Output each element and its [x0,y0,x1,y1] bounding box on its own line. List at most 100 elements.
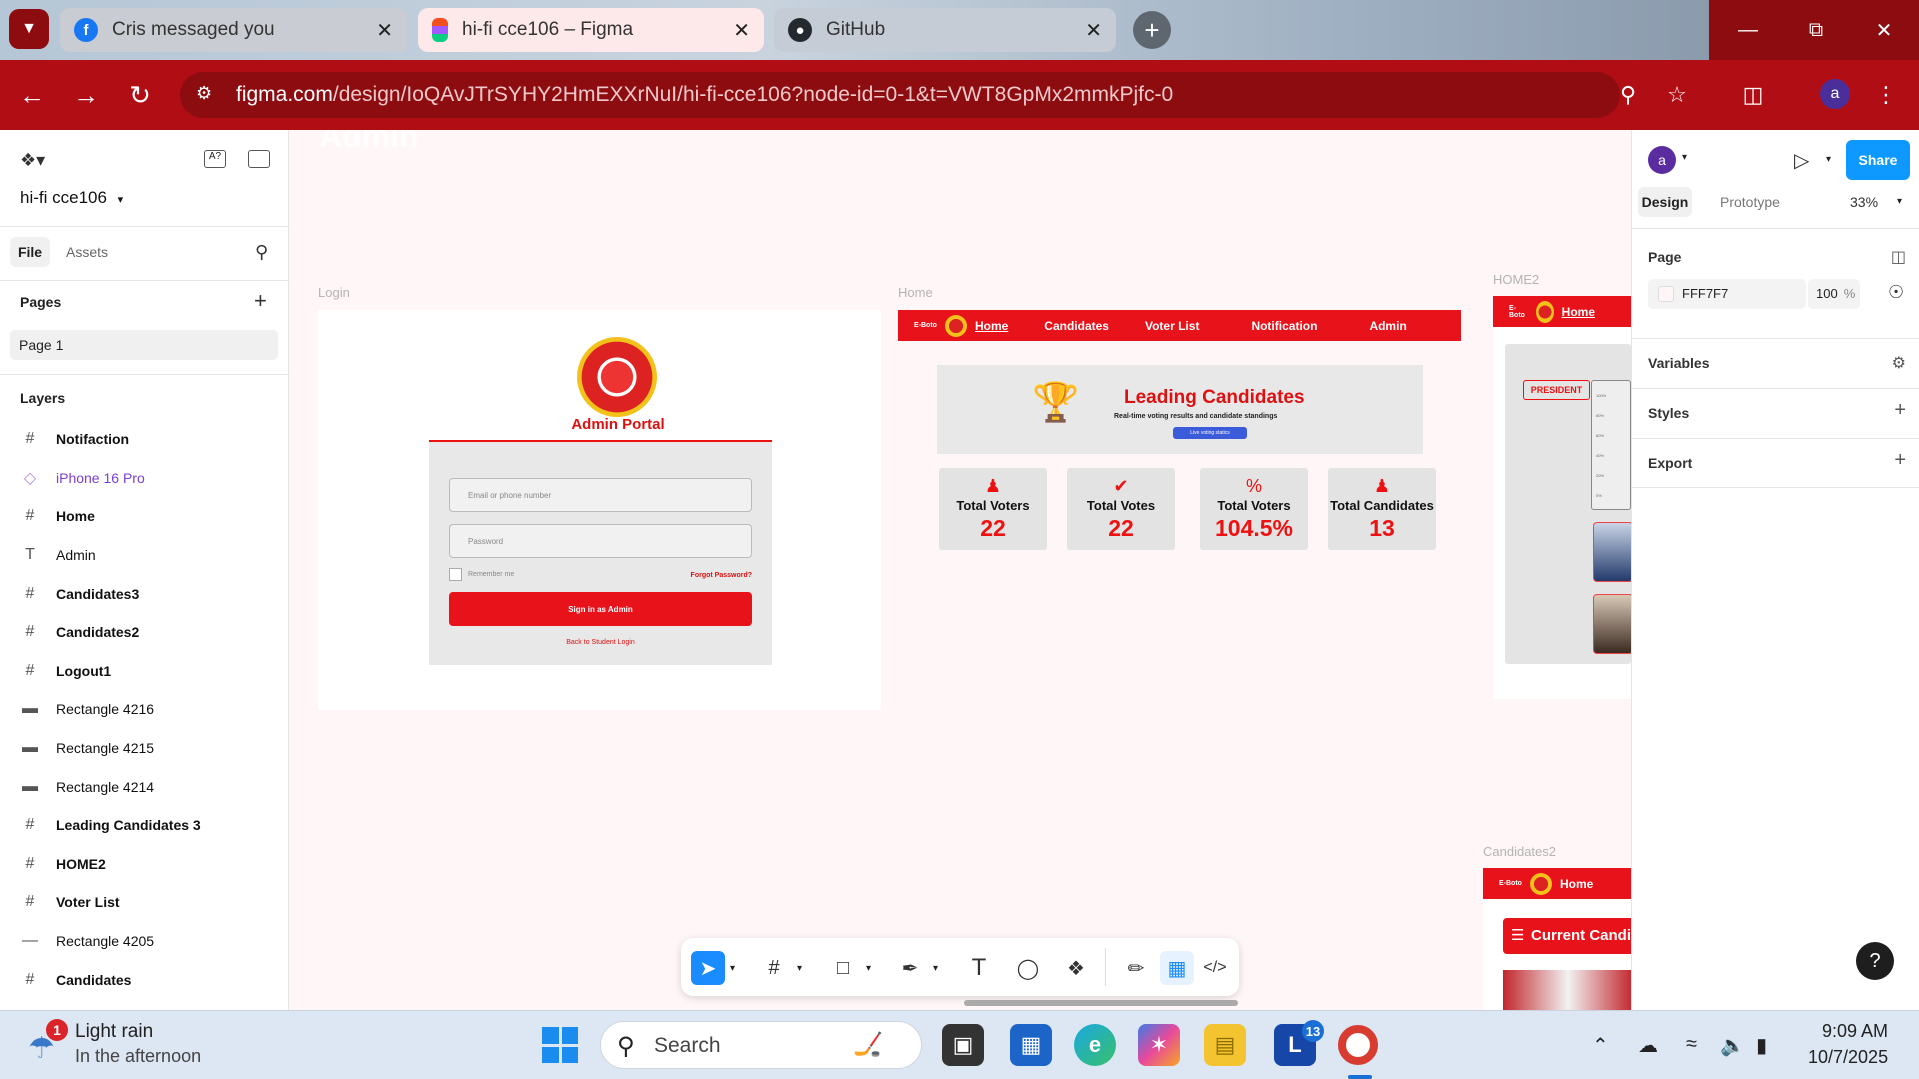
layer-item[interactable]: T Admin [20,543,96,567]
clock-time[interactable]: 9:09 AM [1822,1021,1888,1042]
sidebar-toggle-icon[interactable] [248,150,270,168]
back-icon[interactable]: ← [14,77,50,113]
clock-date[interactable]: 10/7/2025 [1808,1047,1888,1068]
nav-home[interactable]: Home [1562,305,1595,319]
layer-item[interactable]: # Notifaction [20,427,130,451]
frame-tool-icon[interactable]: # [757,951,791,985]
battery-icon[interactable]: ▮ [1756,1033,1767,1058]
move-tool-icon[interactable]: ➤ [691,951,725,985]
add-page-icon[interactable]: + [254,288,267,314]
nav-candidates[interactable]: Candidates [1044,319,1109,333]
nav-notification[interactable]: Notification [1251,319,1317,333]
add-style-icon[interactable]: + [1894,399,1906,422]
layer-item[interactable]: # Candidates2 [20,620,140,644]
layer-item[interactable]: ▬ Rectangle 4214 [20,775,154,799]
email-field[interactable]: Email or phone number [449,478,752,512]
help-button[interactable]: ? [1856,942,1894,980]
text-tool-icon[interactable]: T [962,951,996,985]
candidates2-frame[interactable]: E-Boto Home ☰ Current Candid [1483,868,1631,1010]
weather-subtitle[interactable]: In the afternoon [75,1046,201,1067]
tab-facebook[interactable]: f Cris messaged you ✕ [60,8,407,52]
zoom-icon[interactable]: ⚲ [1610,77,1646,113]
sign-in-button[interactable]: Sign in as Admin [449,592,752,626]
chevron-down-icon[interactable]: ▾ [1826,154,1831,165]
nav-voter-list[interactable]: Voter List [1145,319,1199,333]
tab-prototype[interactable]: Prototype [1720,194,1780,210]
dev-mode-icon[interactable]: </> [1198,951,1232,985]
edge-browser-icon[interactable]: e [1074,1024,1116,1066]
forward-icon[interactable]: → [68,77,104,113]
minimize-icon[interactable]: — [1713,0,1783,60]
styles-icon[interactable]: ◫ [1891,247,1906,267]
ai-icon[interactable]: A? [204,150,226,168]
draw-mode-icon[interactable]: ✏ [1119,951,1153,985]
share-button[interactable]: Share [1846,140,1910,180]
page-color-field[interactable]: FFF7F7 [1648,279,1806,309]
layer-item[interactable]: ▬ Rectangle 4215 [20,736,154,760]
visibility-eye-icon[interactable]: ☉ [1888,282,1904,303]
horizontal-scrollbar[interactable] [964,1000,1238,1006]
site-info-icon[interactable]: ⚙ [196,83,220,107]
nav-home[interactable]: Home [1560,877,1593,891]
layer-item[interactable]: ◇ iPhone 16 Pro [20,466,145,490]
figma-menu-icon[interactable]: ❖▾ [20,150,45,171]
layer-item[interactable]: # Home [20,504,95,528]
tab-github[interactable]: ● GitHub ✕ [774,8,1116,52]
volume-icon[interactable]: 🔈 [1720,1033,1745,1058]
opacity-field[interactable]: 100% [1808,279,1860,309]
close-icon[interactable]: ✕ [733,18,750,43]
comment-tool-icon[interactable]: ◯ [1011,951,1045,985]
file-name[interactable]: hi-fi cce106 ▾ [20,188,123,208]
live-voting-button[interactable]: Live voting statics [1173,427,1247,439]
chevron-down-icon[interactable]: ▾ [1682,152,1687,163]
layer-item[interactable]: # Candidates [20,968,132,992]
chevron-down-icon[interactable]: ▾ [866,963,871,974]
back-to-student-link[interactable]: Back to Student Login [429,639,772,646]
tab-file[interactable]: File [10,237,50,267]
rectangle-tool-icon[interactable]: □ [826,951,860,985]
nav-admin[interactable]: Admin [1369,319,1406,333]
actions-tool-icon[interactable]: ❖ [1059,951,1093,985]
layer-item[interactable]: ▬ Rectangle 4216 [20,697,154,721]
zoom-level[interactable]: 33% [1850,194,1878,210]
layer-item[interactable]: # Candidates3 [20,582,140,606]
close-icon[interactable]: ✕ [1085,18,1102,43]
design-canvas[interactable]: Admin Login Admin Portal Email or phone … [289,130,1631,1010]
home-frame[interactable]: E-Boto Home Candidates Voter List Notifi… [898,310,1461,710]
add-export-icon[interactable]: + [1894,449,1906,472]
tab-figma[interactable]: hi-fi cce106 – Figma ✕ [418,8,764,52]
file-explorer-icon[interactable]: ▤ [1204,1024,1246,1066]
close-icon[interactable]: ✕ [376,18,393,43]
tab-search-button[interactable]: ▼ [9,9,49,49]
wifi-icon[interactable]: ≈ [1686,1033,1697,1056]
lms-app-icon[interactable]: L 13 [1274,1020,1324,1066]
layer-item[interactable]: # Voter List [20,890,120,914]
layer-item[interactable]: # HOME2 [20,852,106,876]
restore-icon[interactable]: ⧉ [1781,0,1851,60]
frame-label-login[interactable]: Login [318,285,350,300]
frame-label-home[interactable]: Home [898,285,933,300]
chevron-down-icon[interactable]: ▾ [797,963,802,974]
onedrive-cloud-icon[interactable]: ☁ [1638,1033,1658,1058]
home2-frame[interactable]: E-Boto Home PRESIDENT 100% 80% 60% 40% 2… [1493,296,1631,699]
design-mode-icon[interactable]: ▦ [1160,951,1194,985]
close-window-icon[interactable]: ✕ [1849,0,1919,60]
frame-label-home2[interactable]: HOME2 [1493,272,1539,287]
microsoft-store-icon[interactable]: ▦ [1010,1024,1052,1066]
frame-label-candidates2[interactable]: Candidates2 [1483,844,1556,859]
forgot-password-link[interactable]: Forgot Password? [691,572,752,579]
checkbox[interactable] [449,568,462,581]
new-tab-button[interactable]: + [1133,11,1171,49]
color-swatch[interactable] [1658,286,1674,302]
pen-tool-icon[interactable]: ✒ [893,951,927,985]
chevron-down-icon[interactable]: ▾ [730,963,735,974]
variables-settings-icon[interactable]: ⚙ [1892,353,1906,373]
layer-item[interactable]: — Rectangle 4205 [20,929,154,953]
tab-design[interactable]: Design [1638,187,1692,217]
reload-icon[interactable]: ↻ [122,77,158,113]
tab-assets[interactable]: Assets [66,244,108,260]
address-bar[interactable]: ⚙ figma.com/design/IoQAvJTrSYHY2HmEXXrNu… [180,72,1620,118]
page-item[interactable]: Page 1 [10,330,278,360]
nav-home[interactable]: Home [975,319,1008,333]
layer-item[interactable]: # Logout1 [20,659,112,683]
